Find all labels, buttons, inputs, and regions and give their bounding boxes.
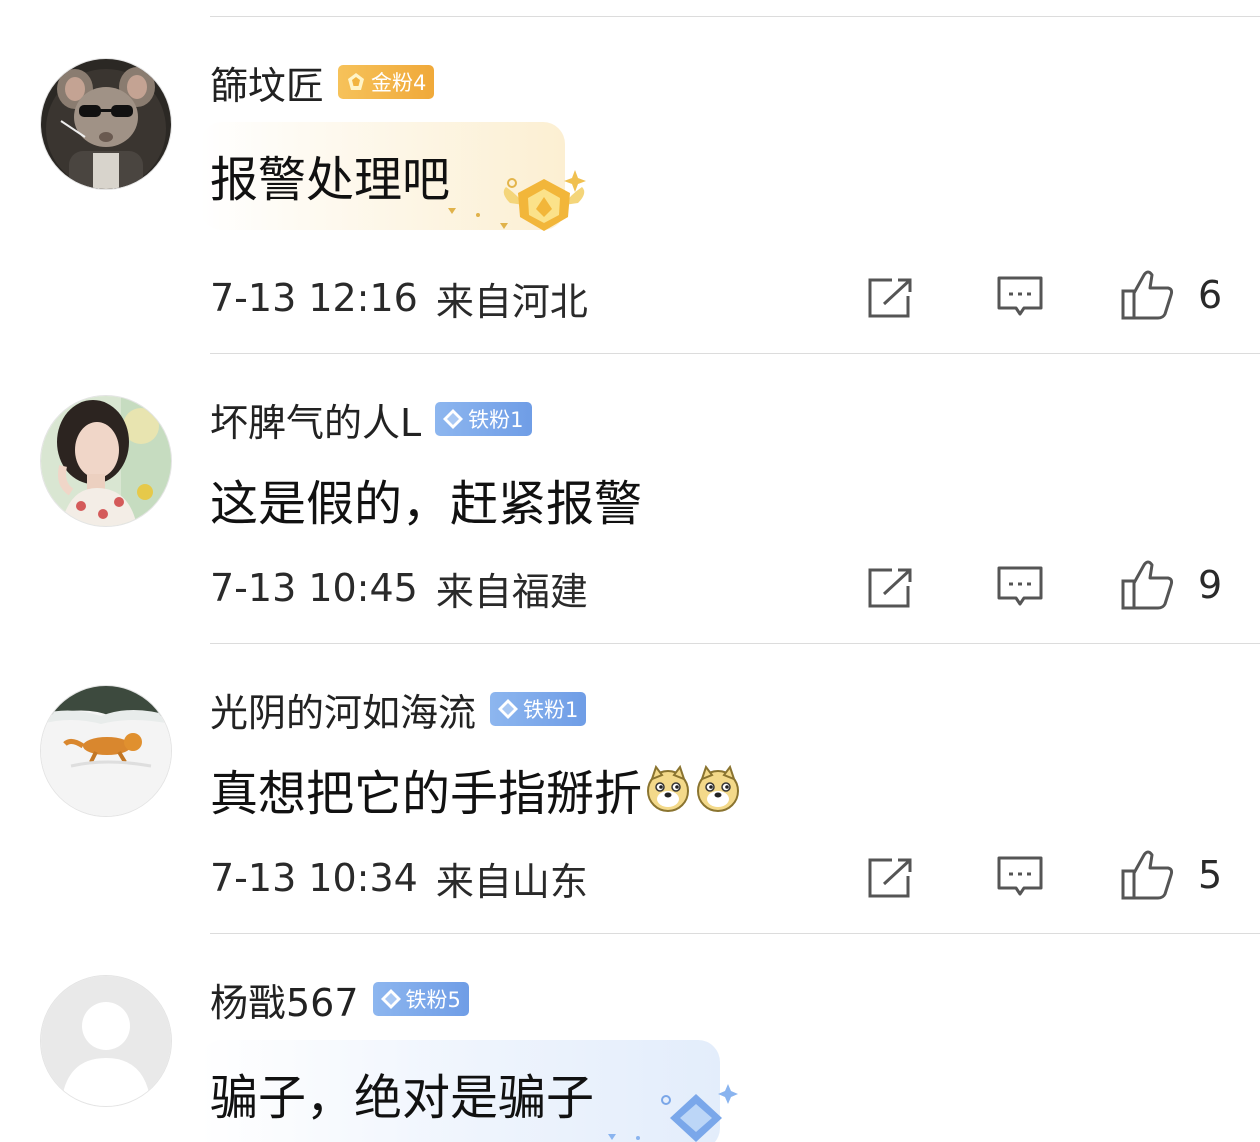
doge-emoji-icon <box>697 765 740 812</box>
like-button[interactable]: 6 <box>1120 270 1222 320</box>
avatar[interactable] <box>40 975 172 1107</box>
comment-icon <box>997 856 1043 896</box>
username[interactable]: 篩坟匠 <box>210 55 324 110</box>
fan-badge[interactable]: 金粉4 <box>338 65 435 99</box>
share-icon <box>868 568 912 608</box>
share-icon <box>868 858 912 898</box>
reply-button[interactable] <box>996 563 1044 613</box>
divider <box>210 353 1260 354</box>
reply-button[interactable] <box>996 273 1044 323</box>
comment-location: 来自河北 <box>435 279 588 324</box>
like-button[interactable]: 5 <box>1120 850 1222 900</box>
comment-text: 真想把它的手指掰折 <box>210 754 742 824</box>
divider <box>210 933 1260 934</box>
share-button[interactable] <box>866 273 914 323</box>
doge-emoji-icon <box>647 765 690 812</box>
comment-meta: 7-13 12:16 来自河北 <box>210 273 588 324</box>
comment-text-body: 真想把它的手指掰折 <box>210 766 643 822</box>
share-icon <box>868 278 912 318</box>
comment-location: 来自山东 <box>435 859 588 904</box>
share-button[interactable] <box>866 563 914 613</box>
badge-label: 铁粉1 <box>468 408 524 432</box>
divider <box>210 16 1260 17</box>
comment-meta: 7-13 10:34 来自山东 <box>210 853 588 904</box>
avatar[interactable] <box>40 58 172 190</box>
comment-time: 7-13 10:34 <box>210 856 418 900</box>
crown-icon <box>348 73 365 90</box>
comment-meta: 7-13 10:45 来自福建 <box>210 563 588 614</box>
reply-button[interactable] <box>996 853 1044 903</box>
username[interactable]: 杨戬567 <box>210 972 359 1027</box>
comment-list: 篩坟匠 金粉4 报警处理吧 7-13 12:16 来自河北 6 坏脾气的人L 铁… <box>0 0 1260 1142</box>
diamond-icon <box>380 989 401 1009</box>
comment-text: 报警处理吧 <box>210 152 451 208</box>
vip-gem-decoration-icon <box>448 170 586 231</box>
avatar[interactable] <box>40 395 172 527</box>
comment-icon <box>997 276 1043 316</box>
username[interactable]: 光阴的河如海流 <box>210 682 476 737</box>
like-count: 6 <box>1198 273 1223 317</box>
comment-icon <box>997 566 1043 606</box>
thumbs-up-icon <box>1121 850 1174 900</box>
user-row: 杨戬567 铁粉5 <box>210 972 469 1027</box>
comment-time: 7-13 10:45 <box>210 566 418 610</box>
like-count: 9 <box>1198 563 1223 607</box>
share-button[interactable] <box>866 853 914 903</box>
comment-time: 7-13 12:16 <box>210 276 418 320</box>
thumbs-up-icon <box>1121 270 1174 320</box>
comment-text: 这是假的，赶紧报警 <box>210 476 643 532</box>
comment-location: 来自福建 <box>435 569 588 614</box>
like-button[interactable]: 9 <box>1120 560 1222 610</box>
badge-label: 金粉4 <box>371 71 427 95</box>
fan-badge[interactable]: 铁粉1 <box>490 692 587 726</box>
diamond-icon <box>498 699 519 719</box>
fan-badge[interactable]: 铁粉5 <box>372 982 469 1016</box>
user-row: 坏脾气的人L 铁粉1 <box>210 392 532 447</box>
username[interactable]: 坏脾气的人L <box>210 392 421 447</box>
user-row: 光阴的河如海流 铁粉1 <box>210 682 587 737</box>
vip-diamond-decoration-icon <box>608 1084 738 1142</box>
user-row: 篩坟匠 金粉4 <box>210 55 435 110</box>
thumbs-up-icon <box>1121 560 1174 610</box>
comment-text: 骗子，绝对是骗子 <box>210 1070 595 1126</box>
like-count: 5 <box>1198 853 1223 897</box>
avatar[interactable] <box>40 685 172 817</box>
badge-label: 铁粉1 <box>523 698 579 722</box>
badge-label: 铁粉5 <box>405 988 461 1012</box>
fan-badge[interactable]: 铁粉1 <box>435 402 532 436</box>
diamond-icon <box>443 409 464 429</box>
divider <box>210 643 1260 644</box>
